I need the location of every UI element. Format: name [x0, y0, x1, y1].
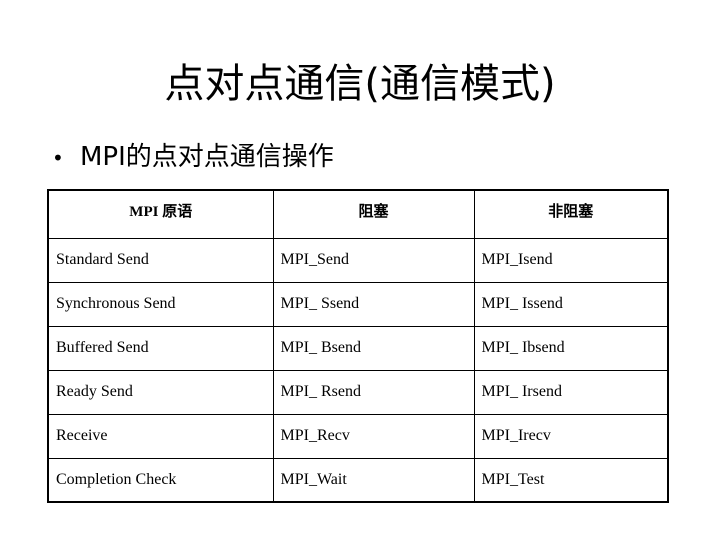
table-row: Completion Check MPI_Wait MPI_Test — [47, 457, 669, 503]
bullet-line: • MPI的点对点通信操作 — [52, 140, 334, 175]
cell-primitive: Standard Send — [47, 237, 274, 283]
cell-blocking: MPI_ Ssend — [272, 281, 475, 327]
cell-nonblocking: MPI_Irecv — [473, 413, 669, 459]
cell-nonblocking: MPI_ Issend — [473, 281, 669, 327]
cell-nonblocking: MPI_ Ibsend — [473, 325, 669, 371]
bullet-dot-icon: • — [52, 146, 64, 170]
table-row: Standard Send MPI_Send MPI_Isend — [47, 237, 669, 283]
cell-blocking: MPI_Send — [272, 237, 475, 283]
column-header-blocking: 阻塞 — [272, 189, 475, 239]
cell-primitive: Completion Check — [47, 457, 274, 503]
table-row: Buffered Send MPI_ Bsend MPI_ Ibsend — [47, 325, 669, 371]
cell-blocking: MPI_Recv — [272, 413, 475, 459]
mpi-primitives-table-container: MPI 原语 阻塞 非阻塞 Standard Send MPI_Send MPI… — [47, 189, 669, 503]
bullet-label: MPI的点对点通信操作 — [80, 142, 334, 172]
cell-nonblocking: MPI_Test — [473, 457, 669, 503]
mpi-primitives-table: MPI 原语 阻塞 非阻塞 Standard Send MPI_Send MPI… — [47, 189, 669, 503]
table-header-row: MPI 原语 阻塞 非阻塞 — [47, 189, 669, 239]
column-header-nonblocking: 非阻塞 — [473, 189, 669, 239]
cell-nonblocking: MPI_Isend — [473, 237, 669, 283]
cell-primitive: Receive — [47, 413, 274, 459]
page-title: 点对点通信(通信模式) — [164, 61, 556, 107]
cell-blocking: MPI_Wait — [272, 457, 475, 503]
cell-blocking: MPI_ Bsend — [272, 325, 475, 371]
table-row: Ready Send MPI_ Rsend MPI_ Irsend — [47, 369, 669, 415]
cell-primitive: Ready Send — [47, 369, 274, 415]
cell-primitive: Synchronous Send — [47, 281, 274, 327]
table-row: Synchronous Send MPI_ Ssend MPI_ Issend — [47, 281, 669, 327]
column-header-primitive: MPI 原语 — [47, 189, 274, 239]
table-row: Receive MPI_Recv MPI_Irecv — [47, 413, 669, 459]
cell-primitive: Buffered Send — [47, 325, 274, 371]
cell-blocking: MPI_ Rsend — [272, 369, 475, 415]
cell-nonblocking: MPI_ Irsend — [473, 369, 669, 415]
